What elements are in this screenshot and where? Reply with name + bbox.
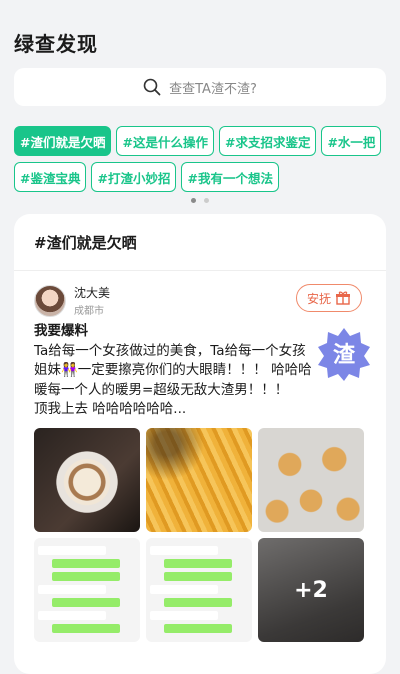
- avatar[interactable]: [34, 284, 66, 317]
- author-name: 沈大美: [74, 286, 111, 300]
- search-bar[interactable]: 查查TA渣不渣?: [14, 68, 386, 106]
- post-line: Ta给每一个女孩做过的美食，Ta给每一个女孩: [34, 342, 306, 359]
- author-city: 成都市: [74, 306, 104, 317]
- post-card[interactable]: #渣们就是欠晒 沈大美 成都市 安抚 我要爆料 Ta给每一个女孩做过的美食，Ta…: [14, 214, 386, 674]
- carousel-indicator: [0, 198, 400, 203]
- carousel-dot-active: [191, 198, 196, 203]
- post-author[interactable]: 沈大美 成都市: [34, 284, 110, 317]
- tag-list: #渣们就是欠晒 #这是什么操作 #求支招求鉴定 #水一把 #鉴渣宝典 #打渣小妙…: [14, 126, 386, 192]
- more-photos-count: +2: [294, 577, 328, 603]
- post-line: 姐妹👭一定要擦亮你们的大眼睛！！！ 哈哈哈: [34, 362, 312, 378]
- stamp-text: 渣: [333, 342, 356, 368]
- post-line: 我要爆料: [34, 323, 88, 339]
- tag-chip[interactable]: #这是什么操作: [116, 126, 214, 156]
- comfort-label: 安抚: [306, 291, 331, 306]
- search-placeholder: 查查TA渣不渣?: [169, 81, 257, 97]
- search-icon: [143, 78, 161, 96]
- tag-chip[interactable]: #打渣小妙招: [91, 162, 177, 192]
- cookies-photo[interactable]: [258, 428, 364, 532]
- post-line: 顶我上去 哈哈哈哈哈哈...: [34, 401, 187, 417]
- tag-chip[interactable]: #渣们就是欠晒: [14, 126, 112, 156]
- latte-photo[interactable]: [34, 428, 140, 532]
- comfort-button[interactable]: 安抚: [296, 284, 362, 312]
- scum-stamp-badge: 渣: [318, 328, 370, 381]
- tag-chip[interactable]: #水一把: [321, 126, 382, 156]
- tag-chip[interactable]: #我有一个想法: [181, 162, 279, 192]
- tag-chip[interactable]: #求支招求鉴定: [218, 126, 317, 156]
- post-line: 暖每一个人的暖男=超级无敌大渣男！！！: [34, 381, 289, 398]
- chat-screenshot-photo[interactable]: [34, 538, 140, 642]
- page-title: 绿查发现: [14, 32, 98, 56]
- post-text: 我要爆料 Ta给每一个女孩做过的美食，Ta给每一个女孩 姐妹👭一定要擦亮你们的大…: [34, 322, 334, 420]
- chat-screenshot-photo[interactable]: [146, 538, 252, 642]
- carousel-dot: [204, 198, 209, 203]
- gift-icon: [336, 291, 350, 305]
- tag-chip[interactable]: #鉴渣宝典: [14, 162, 87, 192]
- image-grid: +2: [34, 428, 364, 642]
- fries-photo[interactable]: [146, 428, 252, 532]
- card-title: #渣们就是欠晒: [14, 214, 386, 271]
- more-photos-tile[interactable]: +2: [258, 538, 364, 642]
